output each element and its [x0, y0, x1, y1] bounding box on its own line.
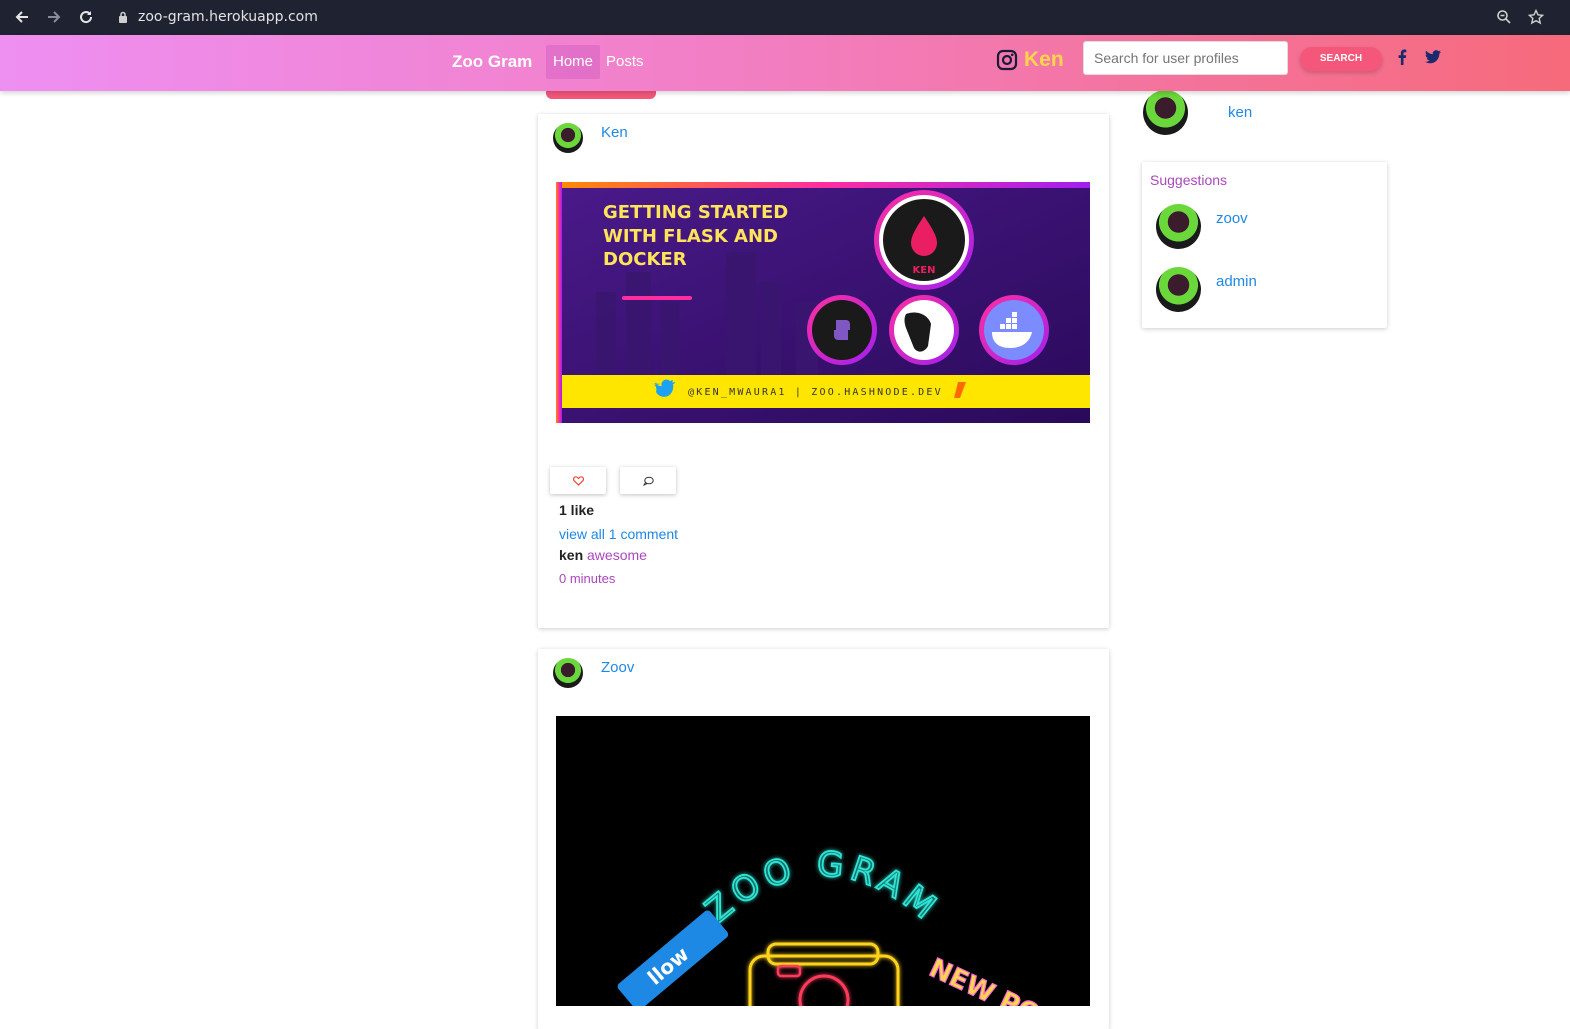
back-icon[interactable]	[12, 7, 32, 27]
reload-icon[interactable]	[76, 7, 96, 27]
avatar[interactable]	[1143, 90, 1188, 135]
comment-preview: ken awesome	[559, 547, 647, 563]
post-author[interactable]: Zoov	[601, 659, 634, 676]
brand-logo[interactable]: Zoo Gram	[452, 52, 532, 72]
suggestion-item[interactable]: zoov	[1156, 204, 1248, 249]
forward-icon[interactable]	[44, 7, 64, 27]
avatar[interactable]	[1156, 204, 1201, 249]
current-user-link[interactable]: Ken	[996, 45, 1064, 75]
instagram-icon	[996, 49, 1018, 71]
nav-home[interactable]: Home	[546, 45, 601, 79]
post-author[interactable]: Ken	[601, 124, 628, 141]
url-text: zoo-gram.herokuapp.com	[138, 9, 318, 25]
heart-icon	[572, 475, 584, 486]
suggestion-item[interactable]: admin	[1156, 267, 1257, 312]
sidebar-username[interactable]: ken	[1228, 104, 1252, 121]
like-count: 1 like	[559, 502, 595, 518]
bookmark-star-icon[interactable]	[1526, 7, 1546, 27]
post-card: Zoov ZOO GRAM llow NEW PO	[538, 649, 1109, 1029]
avatar[interactable]	[1156, 267, 1201, 312]
suggestion-username[interactable]: admin	[1216, 273, 1257, 290]
nav-posts[interactable]: Posts	[599, 45, 651, 79]
zoom-icon[interactable]	[1494, 7, 1514, 27]
browser-toolbar: zoo-gram.herokuapp.com	[0, 0, 1570, 35]
comment-text: awesome	[587, 547, 647, 563]
sidebar-current-user[interactable]: ken	[1143, 90, 1252, 135]
post-image-logo-text: KEN	[913, 265, 936, 276]
avatar[interactable]	[553, 658, 583, 688]
post-header: Zoov	[553, 658, 634, 688]
post-timestamp: 0 minutes	[559, 571, 616, 586]
post-image: GETTING STARTED WITH FLASK AND DOCKER KE…	[556, 182, 1090, 423]
post-image-headline-1: GETTING STARTED	[603, 202, 788, 223]
suggestion-username[interactable]: zoov	[1216, 210, 1248, 227]
avatar[interactable]	[553, 123, 583, 153]
comment-button[interactable]	[620, 467, 676, 494]
facebook-icon[interactable]	[1392, 47, 1412, 67]
comment-user[interactable]: ken	[559, 547, 583, 563]
post-image: ZOO GRAM llow NEW PO	[556, 716, 1090, 1006]
twitter-icon[interactable]	[1423, 47, 1443, 67]
post-header: Ken	[553, 123, 628, 153]
address-bar[interactable]: zoo-gram.herokuapp.com	[118, 6, 318, 28]
user-search-field[interactable]	[1083, 41, 1288, 75]
like-button[interactable]	[550, 467, 606, 494]
post-card: Ken GETTING STARTED WITH FLASK AND DOCKE…	[538, 114, 1109, 628]
lock-icon	[119, 11, 127, 23]
view-comments-link[interactable]: view all 1 comment	[559, 526, 678, 542]
post-image-footer: @KEN_MWAURA1 | ZOO.HASHNODE.DEV	[688, 387, 943, 398]
user-search-input[interactable]	[1094, 50, 1277, 66]
app-navbar: Zoo Gram Home Posts Ken SEARCH	[0, 35, 1570, 91]
current-user-name: Ken	[1024, 48, 1064, 71]
search-button[interactable]: SEARCH	[1300, 47, 1382, 71]
suggestions-title: Suggestions	[1150, 172, 1228, 188]
post-image-headline-3: DOCKER	[603, 249, 687, 270]
suggestions-panel: Suggestions zoov admin	[1142, 162, 1387, 328]
post-image-headline-2: WITH FLASK AND	[603, 226, 778, 247]
comment-icon	[642, 476, 654, 486]
